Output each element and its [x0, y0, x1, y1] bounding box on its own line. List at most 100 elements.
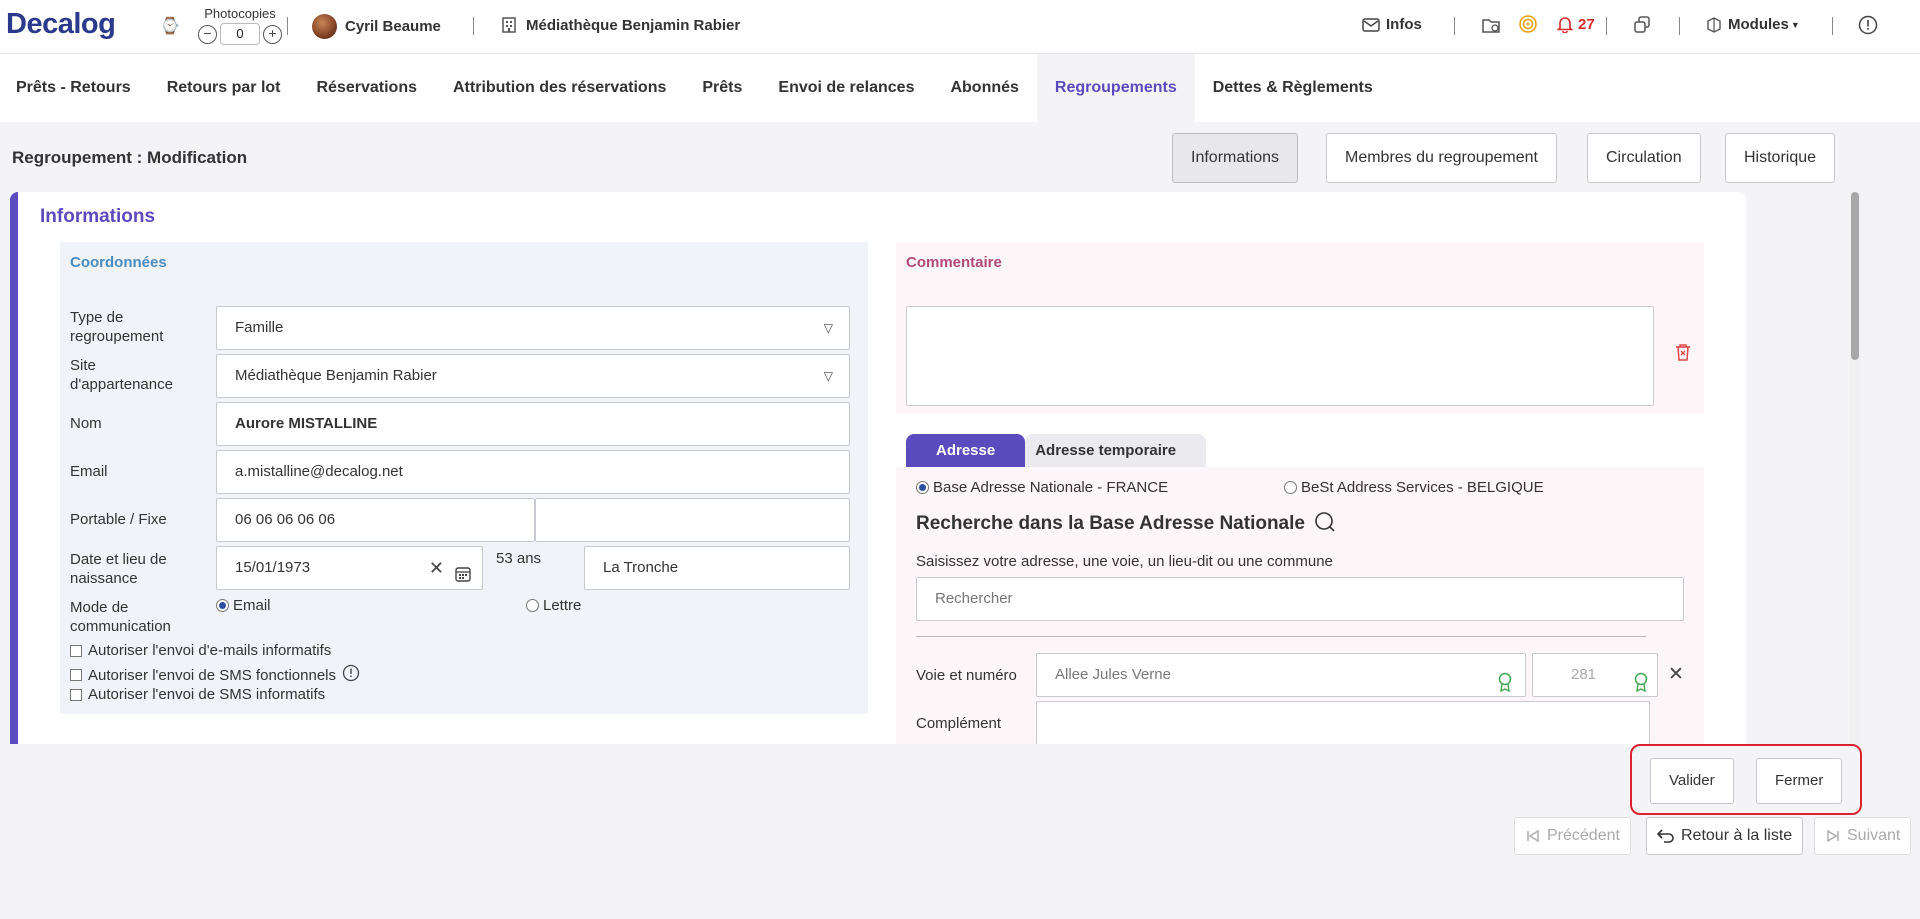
watch-icon[interactable]: ⌚ [160, 16, 180, 36]
coordonnees-title: Coordonnées [70, 254, 167, 271]
decalog-logo[interactable]: Decalog [6, 8, 116, 41]
divider [916, 636, 1646, 637]
tab-envoi-relances[interactable]: Envoi de relances [760, 54, 932, 122]
comm-lettre-radio[interactable]: Lettre [526, 597, 581, 614]
email-input[interactable]: a.mistalline@decalog.net [216, 450, 850, 494]
top-bar: Decalog ⌚ Photocopies − 0 + Cyril Beaume… [0, 0, 1920, 54]
suivant-button[interactable]: Suivant [1814, 817, 1912, 855]
tab-adresse[interactable]: Adresse [906, 434, 1026, 467]
retour-liste-button[interactable]: Retour à la liste [1646, 817, 1804, 855]
divider [1679, 17, 1680, 35]
comm-email-radio[interactable]: Email [216, 597, 271, 614]
calendar-icon[interactable] [454, 558, 472, 600]
tab-reservations[interactable]: Réservations [299, 54, 436, 122]
tab-adresse-temporaire[interactable]: Adresse temporaire [1025, 434, 1207, 467]
suivant-label: Suivant [1847, 827, 1901, 844]
divider [287, 17, 288, 35]
tab-prets-retours[interactable]: Prêts - Retours [0, 54, 149, 122]
comm-email-label: Email [233, 597, 271, 614]
divider [1606, 17, 1607, 35]
windows-icon[interactable] [1632, 15, 1652, 40]
clear-address-icon[interactable]: ✕ [1668, 663, 1684, 686]
mobile-input[interactable]: 06 06 06 06 06 [216, 498, 535, 542]
checkbox-emails-informatifs[interactable]: Autoriser l'envoi d'e-mails informatifs [70, 642, 331, 659]
site-name: Médiathèque Benjamin Rabier [526, 16, 741, 34]
birth-date-value: 15/01/1973 [235, 559, 311, 576]
radio-off-icon [526, 599, 539, 612]
fixe-input[interactable] [535, 498, 850, 542]
info-icon[interactable] [1858, 15, 1878, 40]
radio-belgique-label: BeSt Address Services - BELGIQUE [1301, 479, 1544, 496]
tab-dettes-reglements[interactable]: Dettes & Règlements [1195, 54, 1391, 122]
radio-best-belgique[interactable]: BeSt Address Services - BELGIQUE [1284, 479, 1544, 496]
checkbox-icon [70, 688, 82, 701]
birth-date-input[interactable]: 15/01/1973 ✕ [216, 546, 483, 590]
site-select[interactable]: Médiathèque Benjamin Rabier ▽ [216, 354, 850, 398]
modules-menu[interactable]: Modules ▼ [1706, 16, 1800, 33]
checkbox-sms-fonctionnels[interactable]: Autoriser l'envoi de SMS fonctionnels [70, 664, 360, 686]
site-selector[interactable]: Médiathèque Benjamin Rabier [500, 16, 740, 34]
commentaire-textarea[interactable] [906, 306, 1654, 406]
radio-france-label: Base Adresse Nationale - FRANCE [933, 479, 1169, 496]
search-hint: Saisissez votre adresse, une voie, un li… [916, 553, 1333, 570]
search-heading-text: Recherche dans la Base Adresse Nationale [916, 513, 1305, 534]
notification-count: 27 [1578, 15, 1595, 33]
fermer-button[interactable]: Fermer [1756, 758, 1843, 804]
historique-button[interactable]: Historique [1725, 133, 1836, 183]
caret-down-icon: ▼ [1790, 19, 1800, 30]
mail-icon [1362, 17, 1380, 32]
tab-retours-par-lot[interactable]: Retours par lot [149, 54, 299, 122]
email-label: Email [70, 463, 108, 480]
birth-place-input[interactable]: La Tronche [584, 546, 850, 590]
chevron-down-icon: ▽ [823, 369, 833, 383]
folder-sync-icon[interactable] [1481, 15, 1501, 40]
tab-regroupements[interactable]: Regroupements [1036, 54, 1195, 122]
site-label: Site d'appartenance [70, 357, 173, 393]
logo-text: Decalog [6, 8, 116, 40]
tab-attribution-reservations[interactable]: Attribution des réservations [435, 54, 684, 122]
radio-base-france[interactable]: Base Adresse Nationale - FRANCE [916, 479, 1168, 496]
trash-icon[interactable] [1674, 342, 1692, 367]
site-value: Médiathèque Benjamin Rabier [235, 367, 437, 384]
numero-value: 281 [1571, 666, 1597, 683]
search-icon[interactable] [1314, 511, 1336, 533]
infos-button[interactable]: Infos [1362, 16, 1422, 33]
search-heading: Recherche dans la Base Adresse Nationale [916, 511, 1336, 535]
nom-input[interactable]: Aurore MISTALLINE [216, 402, 850, 446]
valider-button[interactable]: Valider [1650, 758, 1734, 804]
clear-icon[interactable]: ✕ [429, 547, 444, 589]
photocopies-minus-button[interactable]: − [198, 24, 217, 44]
circulation-button[interactable]: Circulation [1587, 133, 1701, 183]
informations-card: Informations Coordonnées Type de regroup… [10, 192, 1746, 744]
avatar [312, 14, 337, 39]
precedent-button[interactable]: Précédent [1514, 817, 1631, 855]
informations-button[interactable]: Informations [1172, 133, 1299, 183]
scrollbar-thumb[interactable] [1851, 192, 1859, 360]
infos-label: Infos [1386, 16, 1422, 33]
user-menu[interactable]: Cyril Beaume [312, 14, 441, 39]
notifications-button[interactable]: 27 [1556, 15, 1595, 33]
checkbox-sms-informatifs[interactable]: Autoriser l'envoi de SMS informatifs [70, 686, 325, 703]
tab-prets[interactable]: Prêts [684, 54, 760, 122]
membres-regroupement-button[interactable]: Membres du regroupement [1326, 133, 1557, 183]
tab-abonnes[interactable]: Abonnés [932, 54, 1036, 122]
voie-value: Allee Jules Verne [1055, 666, 1171, 683]
info-icon[interactable] [342, 664, 360, 686]
scrollbar[interactable] [1850, 192, 1860, 744]
rfid-icon[interactable] [1518, 14, 1538, 41]
checkbox-emails-label: Autoriser l'envoi d'e-mails informatifs [88, 642, 332, 659]
type-select[interactable]: Famille ▽ [216, 306, 850, 350]
adresse-panel: Base Adresse Nationale - FRANCE BeSt Add… [896, 467, 1704, 744]
comm-lettre-label: Lettre [543, 597, 582, 614]
address-tabs: Adresse Adresse temporaire [906, 434, 1207, 467]
voie-input[interactable]: Allee Jules Verne [1036, 653, 1526, 697]
address-search-input[interactable]: Rechercher [916, 577, 1684, 621]
photocopies-plus-button[interactable]: + [263, 24, 282, 44]
return-icon [1657, 829, 1674, 843]
photocopies-count-input[interactable]: 0 [220, 23, 260, 45]
nom-label: Nom [70, 415, 102, 432]
complement-input[interactable] [1036, 701, 1650, 744]
card-title: Informations [40, 206, 156, 227]
numero-input[interactable]: 281 [1532, 653, 1658, 697]
main-nav: Prêts - Retours Retours par lot Réservat… [0, 54, 1920, 122]
